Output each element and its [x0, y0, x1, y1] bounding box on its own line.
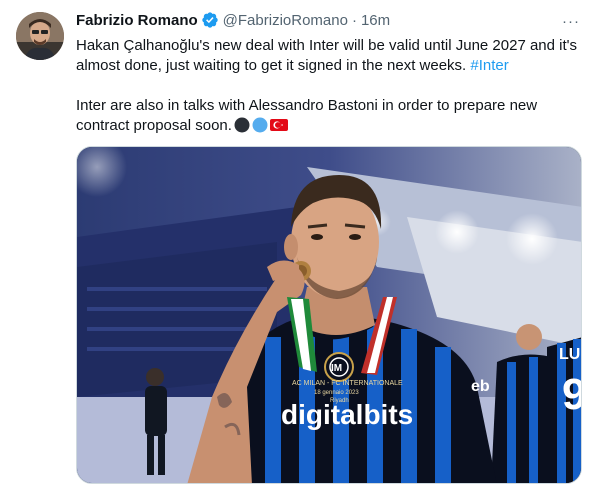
svg-text:IM: IM [331, 363, 342, 374]
avatar-image [16, 12, 64, 60]
hashtag-link[interactable]: #Inter [470, 57, 508, 74]
author-avatar[interactable] [16, 12, 64, 60]
medal-subtext: 18 gennaio 2023 [314, 390, 359, 396]
black-circle-icon [234, 117, 250, 133]
medal-text: AC MILAN - FC INTERNATIONALE [292, 380, 403, 387]
header-separator: · [351, 11, 357, 29]
tweet-paragraph-2: Inter are also in talks with Alessandro … [76, 96, 582, 136]
tweet-text: Hakan Çalhanoğlu's new deal with Inter w… [76, 36, 582, 136]
author-name[interactable]: Fabrizio Romano [76, 12, 198, 29]
paragraph-2-text: Inter are also in talks with Alessandro … [76, 97, 538, 134]
tweet-timestamp[interactable]: 16m [361, 12, 390, 29]
shirt-sponsor-text: digitalbits [281, 399, 413, 430]
sleeve-logo-text: eb [471, 378, 490, 395]
more-options-icon[interactable]: ··· [560, 10, 582, 32]
background-shirt-letters: LU [559, 346, 580, 363]
turkey-flag-icon [269, 117, 288, 133]
author-handle[interactable]: @FabrizioRomano [223, 12, 348, 29]
tweet-header: Fabrizio Romano @FabrizioRomano · 16m ··… [76, 10, 582, 30]
tweet-paragraph-1: Hakan Çalhanoğlu's new deal with Inter w… [76, 36, 582, 76]
photo-player-celebration: 9 LU [77, 147, 582, 483]
verified-badge-icon [201, 11, 219, 29]
background-shirt-number: 9 [562, 370, 582, 419]
tweet-card[interactable]: Fabrizio Romano @FabrizioRomano · 16m ··… [0, 0, 598, 492]
tweet-photo[interactable]: 9 LU [76, 146, 582, 484]
blue-circle-icon [252, 117, 268, 133]
